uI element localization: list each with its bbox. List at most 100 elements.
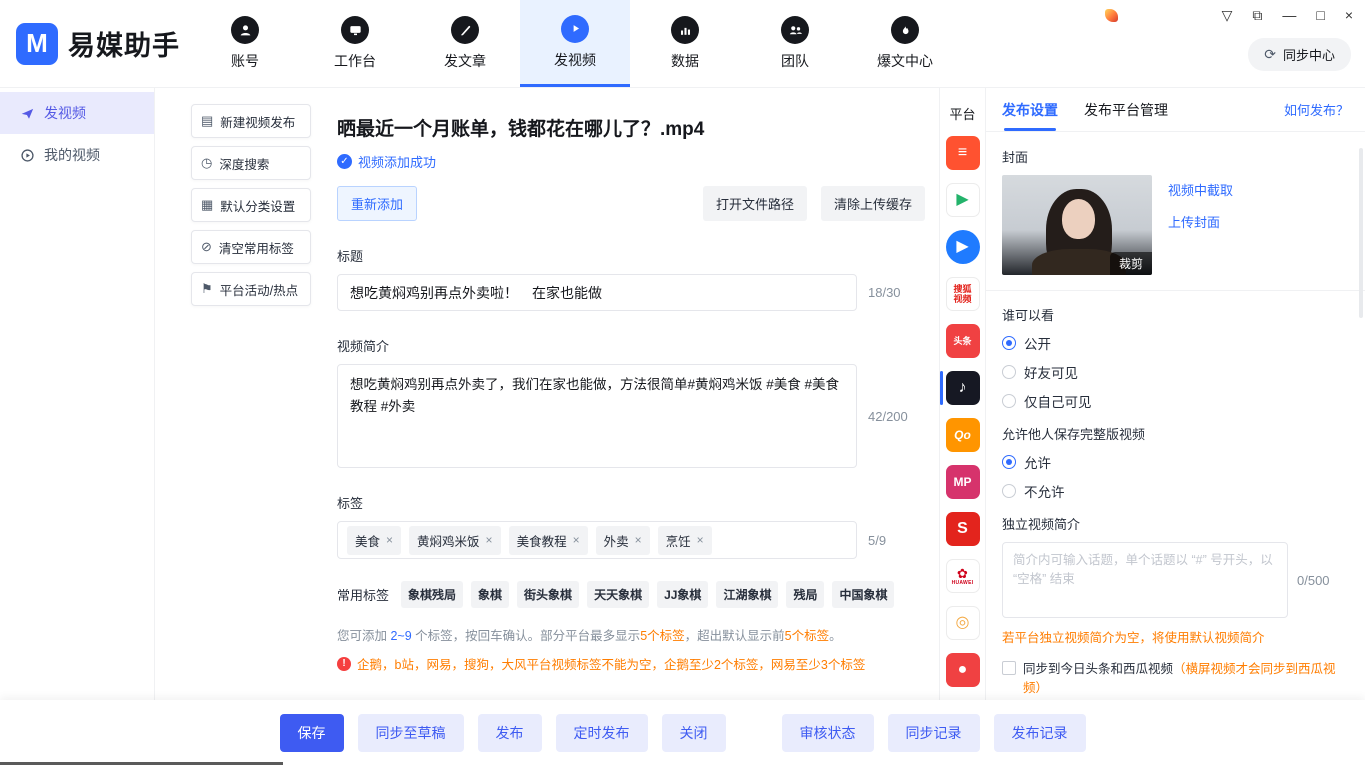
sync-to-draft-button[interactable]: 同步至草稿	[358, 714, 464, 752]
remove-tag-icon[interactable]: ×	[573, 533, 580, 547]
remove-tag-icon[interactable]: ×	[635, 533, 642, 547]
platform-s[interactable]: S	[940, 512, 986, 546]
common-tag-chip[interactable]: 象棋	[471, 581, 509, 608]
deep-search-button[interactable]: ◷ 深度搜索	[191, 146, 311, 180]
save-button[interactable]: 保存	[280, 714, 344, 752]
common-tag-chip[interactable]: 中国象棋	[832, 581, 894, 608]
platform-stripes-app[interactable]: ≡	[940, 136, 986, 170]
nav-item-data[interactable]: 数据	[630, 0, 740, 87]
common-tag-chip[interactable]: 残局	[786, 581, 824, 608]
sidebar: 发视频 我的视频	[0, 88, 155, 700]
footer-actions: 保存 同步至草稿 发布 定时发布 关闭 审核状态 同步记录 发布记录	[0, 700, 1365, 765]
visibility-option-private[interactable]: 仅自己可见	[1002, 391, 1349, 411]
nav-item-publish-video[interactable]: 发视频	[520, 0, 630, 87]
sidebar-item-publish-video[interactable]: 发视频	[0, 92, 154, 134]
default-category-button[interactable]: ▦ 默认分类设置	[191, 188, 311, 222]
allow-save-label: 允许他人保存完整版视频	[1002, 424, 1349, 443]
description-textarea[interactable]: 想吃黄焖鸡别再点外卖了，我们在家也能做，方法很简单#黄焖鸡米饭 #美食 #美食教…	[337, 364, 857, 468]
common-tag-chip[interactable]: 街头象棋	[517, 581, 579, 608]
platform-toutiao[interactable]: 头条	[940, 324, 986, 358]
platform-huawei[interactable]: ✿HUAWEI	[940, 559, 986, 593]
nav-item-hot-center[interactable]: 爆文中心	[850, 0, 960, 87]
independent-description-textarea[interactable]	[1002, 542, 1288, 618]
allow-save-option-allow[interactable]: 允许	[1002, 452, 1349, 472]
common-tag-chip[interactable]: 江湖象棋	[716, 581, 778, 608]
upload-status: ✓ 视频添加成功	[337, 152, 925, 171]
scheduled-publish-button[interactable]: 定时发布	[556, 714, 648, 752]
remove-tag-icon[interactable]: ×	[486, 533, 493, 547]
visibility-option-public[interactable]: 公开	[1002, 333, 1349, 353]
divider	[986, 290, 1365, 291]
cover-label: 封面	[1002, 147, 1349, 166]
capture-from-video-link[interactable]: 视频中截取	[1168, 180, 1233, 199]
publish-settings-panel: 发布设置 发布平台管理 如何发布？ 封面 裁剪 视频中截取 上传封面 谁可以看	[985, 88, 1365, 700]
hot-indicator-icon	[1105, 9, 1118, 22]
platform-weibo[interactable]: ◎	[940, 606, 986, 640]
new-video-publish-button[interactable]: ▤ 新建视频发布	[191, 104, 311, 138]
platform-haokan-video[interactable]: ▶	[940, 230, 986, 264]
flame-icon	[891, 16, 919, 44]
nav-item-article[interactable]: 发文章	[410, 0, 520, 87]
platform-tencent-video[interactable]: ▶	[940, 183, 986, 217]
tag-chip[interactable]: 美食×	[347, 526, 401, 555]
tab-platform-management[interactable]: 发布平台管理	[1084, 88, 1168, 131]
tag-chip[interactable]: 烹饪×	[658, 526, 712, 555]
open-file-path-button[interactable]: 打开文件路径	[703, 186, 807, 221]
scrollbar[interactable]	[1359, 148, 1363, 318]
nav-item-workbench[interactable]: 工作台	[300, 0, 410, 87]
sohu-video-icon: 搜狐视频	[946, 277, 980, 311]
publish-records-button[interactable]: 发布记录	[994, 714, 1086, 752]
cover-thumbnail: 裁剪	[1002, 175, 1152, 275]
close-form-button[interactable]: 关闭	[662, 714, 726, 752]
tab-publish-settings[interactable]: 发布设置	[1002, 88, 1058, 131]
clear-upload-cache-button[interactable]: 清除上传缓存	[821, 186, 925, 221]
shield-icon[interactable]: ▽	[1222, 8, 1233, 22]
team-icon	[781, 16, 809, 44]
close-button[interactable]: ×	[1345, 8, 1353, 22]
review-status-button[interactable]: 审核状态	[782, 714, 874, 752]
platform-activity-button[interactable]: ⚑ 平台活动/热点	[191, 272, 311, 306]
tag-chip[interactable]: 美食教程×	[509, 526, 588, 555]
platform-weixin-mp[interactable]: MP	[940, 465, 986, 499]
sidebar-item-my-videos[interactable]: 我的视频	[0, 134, 154, 176]
platform-red[interactable]: ●	[940, 653, 986, 687]
allow-save-option-deny[interactable]: 不允许	[1002, 481, 1349, 501]
common-tag-chip[interactable]: 象棋残局	[401, 581, 463, 608]
nav-item-account[interactable]: 账号	[190, 0, 300, 87]
tags-warning: ! 企鹅，b站，网易，搜狗，大风平台视频标签不能为空，企鹅至少2个标签，网易至少…	[337, 654, 925, 673]
platform-sohu-video[interactable]: 搜狐视频	[940, 277, 986, 311]
platform-qq-world[interactable]: Qo	[940, 418, 986, 452]
visibility-option-friends[interactable]: 好友可见	[1002, 362, 1349, 382]
crop-button[interactable]: 裁剪	[1110, 252, 1152, 275]
sync-records-button[interactable]: 同步记录	[888, 714, 980, 752]
common-tag-chip[interactable]: 天天象棋	[587, 581, 649, 608]
sync-center-button[interactable]: ⟳ 同步中心	[1248, 38, 1351, 71]
visibility-options: 公开 好友可见 仅自己可见	[1002, 333, 1349, 411]
remove-tag-icon[interactable]: ×	[386, 533, 393, 547]
minimize-button[interactable]: —	[1282, 8, 1296, 22]
tags-input[interactable]: 美食× 黄焖鸡米饭× 美食教程× 外卖× 烹饪×	[337, 521, 857, 559]
app-title: 易媒助手	[68, 24, 180, 63]
clear-common-tags-button[interactable]: ⊘ 清空常用标签	[191, 230, 311, 264]
title-input[interactable]	[337, 274, 857, 311]
tag-chip[interactable]: 黄焖鸡米饭×	[409, 526, 501, 555]
common-tags-label: 常用标签	[337, 585, 389, 604]
tags-hint: 您可添加 2~9 个标签，按回车确认。部分平台最多显示5个标签，超出默认显示前5…	[337, 625, 925, 644]
quick-actions: ▤ 新建视频发布 ◷ 深度搜索 ▦ 默认分类设置 ⊘ 清空常用标签 ⚑ 平台活动…	[155, 88, 335, 700]
upload-cover-link[interactable]: 上传封面	[1168, 212, 1233, 231]
common-tag-chip[interactable]: JJ象棋	[657, 581, 708, 608]
maximize-button[interactable]: □	[1316, 8, 1324, 22]
common-tags-row: 常用标签 象棋残局 象棋 街头象棋 天天象棋 JJ象棋 江湖象棋 残局 中国象棋	[337, 581, 925, 608]
sync-toutiao-checkbox[interactable]: 同步到今日头条和西瓜视频（横屏视频才会同步到西瓜视频）	[1002, 660, 1349, 698]
publish-button[interactable]: 发布	[478, 714, 542, 752]
nav-item-team[interactable]: 团队	[740, 0, 850, 87]
platform-douyin[interactable]: ♪	[940, 371, 986, 405]
screenshot-icon[interactable]: ⧉	[1252, 8, 1262, 22]
tag-chip[interactable]: 外卖×	[596, 526, 650, 555]
remove-tag-icon[interactable]: ×	[697, 533, 704, 547]
readd-video-button[interactable]: 重新添加	[337, 186, 417, 221]
radio-selected-icon	[1002, 455, 1016, 469]
clear-icon: ⊘	[201, 239, 212, 255]
monitor-icon	[341, 16, 369, 44]
how-to-publish-link[interactable]: 如何发布？	[1284, 100, 1349, 119]
